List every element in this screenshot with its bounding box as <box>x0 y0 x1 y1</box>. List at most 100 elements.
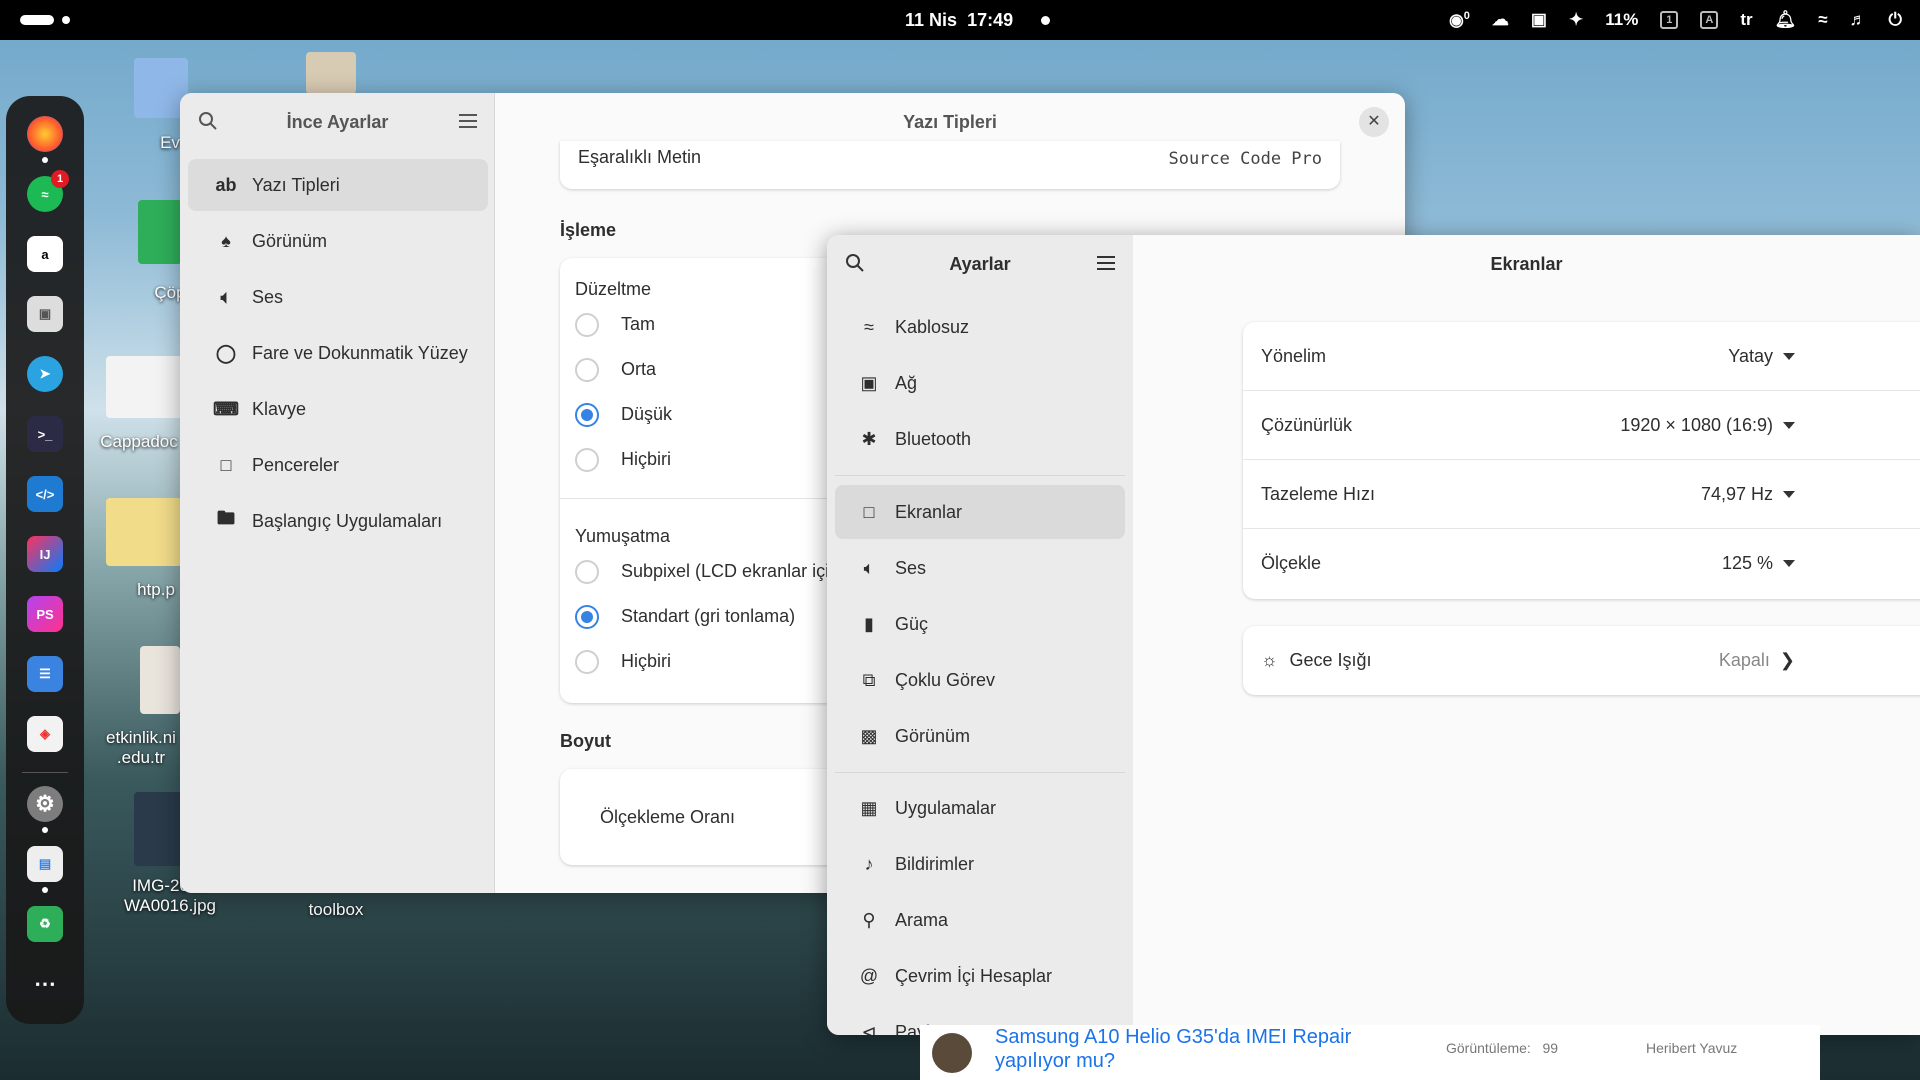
app-grid-icon[interactable]: ⋯ <box>27 966 63 1002</box>
settings-nav-online-accounts[interactable]: @ Çevrim İçi Hesaplar <box>835 949 1125 1003</box>
telegram-icon[interactable]: ➤ <box>27 356 63 392</box>
docker-icon[interactable]: ◉0 <box>1449 10 1470 31</box>
dropdown-caret-icon[interactable] <box>1783 560 1795 567</box>
antialias-standard-radio[interactable] <box>575 605 599 629</box>
activities-indicator[interactable] <box>20 15 54 25</box>
firefox-icon[interactable] <box>27 116 63 152</box>
tweaks-title: İnce Ayarlar <box>286 112 389 132</box>
night-light-card[interactable]: ☼ Gece Işığı Kapalı ❯ <box>1243 626 1920 695</box>
dropdown-caret-icon[interactable] <box>1783 421 1795 429</box>
tweaks-nav-fonts[interactable]: ab Yazı Tipleri <box>188 159 488 211</box>
display-icon: □ <box>863 501 875 522</box>
views-count: 99 <box>1542 1040 1559 1056</box>
top-bar: 11 Nis 17:49 ◉0 ☁ ▣ ✦ 11% 1 A tr 🔔︎ ≈ ♬ … <box>0 0 1920 40</box>
bell-icon[interactable]: 🔔︎ <box>1775 10 1797 30</box>
software-center-icon[interactable]: ◈ <box>27 716 63 752</box>
monospace-font-row[interactable]: Eşaralıklı Metin Source Code Pro <box>560 141 1340 189</box>
tweaks-nav-appearance[interactable]: ♠ Görünüm <box>188 215 488 267</box>
zip-file-icon[interactable] <box>140 646 180 714</box>
settings-nav-displays[interactable]: □ Ekranlar <box>835 485 1125 539</box>
orientation-row[interactable]: Yönelim Yatay <box>1243 322 1920 391</box>
settings-window: Ayarlar ≈ Kablosuz ▣ Ağ ✱ Bluetooth □ Ekranl… <box>827 235 1920 1035</box>
displays-title: Ekranlar <box>1490 254 1563 274</box>
nav-label: Uygulamalar <box>895 797 997 818</box>
battery-percent[interactable]: 11% <box>1605 10 1638 30</box>
file-icon[interactable] <box>306 52 356 94</box>
tweaks-nav-startup[interactable]: 🖿 Başlangıç Uygulamaları <box>188 495 488 547</box>
workspace-1-indicator[interactable]: 1 <box>1660 11 1679 29</box>
app-icon[interactable]: a <box>27 236 63 272</box>
tweaks-nav-keyboard[interactable]: ⌨ Klavye <box>188 383 488 435</box>
spotify-icon[interactable]: ≈1 <box>27 170 69 212</box>
clock[interactable]: 11 Nis 17:49 <box>905 10 1013 31</box>
text-editor-icon[interactable]: ☰ <box>27 656 63 692</box>
settings-nav-apps[interactable]: ▦ Uygulamalar <box>835 781 1125 835</box>
app-indicator-icon[interactable]: ▣ <box>1531 10 1547 30</box>
volume-icon[interactable]: ♬ <box>1850 10 1867 30</box>
antialias-none-radio[interactable] <box>575 650 599 674</box>
antialias-subpixel-radio[interactable] <box>575 560 599 584</box>
nav-label: Fare ve Dokunmatik Yüzey <box>252 342 468 363</box>
trash-icon[interactable] <box>138 200 182 264</box>
hinting-slight-radio[interactable] <box>575 403 599 427</box>
close-icon[interactable]: ✕ <box>1359 107 1389 137</box>
window-icon: □ <box>220 454 232 475</box>
wifi-icon[interactable]: ≈ <box>1818 10 1827 30</box>
author-name[interactable]: Heribert Yavuz <box>1646 1040 1737 1056</box>
settings-nav-network[interactable]: ▣ Ağ <box>835 356 1125 410</box>
dropdown-caret-icon[interactable] <box>1783 352 1795 360</box>
power-icon[interactable]: ⏻ <box>1889 10 1902 30</box>
refresh-rate-row[interactable]: Tazeleme Hızı 74,97 Hz <box>1243 460 1920 529</box>
resolution-row[interactable]: Çözünürlük 1920 × 1080 (16:9) <box>1243 391 1920 460</box>
night-light-row[interactable]: ☼ Gece Işığı Kapalı ❯ <box>1243 626 1920 695</box>
dock: ≈1 a ▣ ➤ >_ </> IJ PS ☰ ◈ ⚙ ▤ ♻ ⋯ <box>6 96 84 1024</box>
terminal-icon[interactable]: >_ <box>27 416 63 452</box>
file-roller-icon[interactable]: ▣ <box>27 296 63 332</box>
monospace-value[interactable]: Source Code Pro <box>1168 149 1322 169</box>
htp-thumb[interactable] <box>106 498 182 566</box>
phpstorm-icon[interactable]: PS <box>27 596 63 632</box>
keyboard-layout[interactable]: tr <box>1740 10 1752 30</box>
settings-nav-bluetooth[interactable]: ✱ Bluetooth <box>835 412 1125 466</box>
hinting-none-radio[interactable] <box>575 448 599 472</box>
settings-sidebar: Ayarlar ≈ Kablosuz ▣ Ağ ✱ Bluetooth □ Ekranl… <box>827 235 1133 1035</box>
caffeine-icon[interactable]: ✦ <box>1569 10 1583 30</box>
system-tray[interactable]: ◉0 ☁ ▣ ✦ 11% 1 A tr 🔔︎ ≈ ♬ ⏻ <box>1449 0 1902 40</box>
settings-nav-search[interactable]: ⚲ Arama <box>835 893 1125 947</box>
settings-nav-multitasking[interactable]: ⧉ Çoklu Görev <box>835 653 1125 707</box>
settings-nav-power[interactable]: ▮ Güç <box>835 597 1125 651</box>
resolution-value: 1920 × 1080 (16:9) <box>1620 414 1773 435</box>
nav-label: Görünüm <box>252 230 328 251</box>
post-title-link[interactable]: Samsung A10 Helio G35'da IMEI Repair yap… <box>995 1025 1375 1073</box>
cappadocia-thumb[interactable] <box>106 356 182 418</box>
scale-row[interactable]: Ölçekle 125 % <box>1243 529 1920 598</box>
nav-label: Başlangıç Uygulamaları <box>252 510 443 531</box>
multitasking-icon: ⧉ <box>862 669 876 690</box>
tweaks-icon[interactable]: ▤ <box>27 846 63 882</box>
settings-nav-notifications[interactable]: ♪ Bildirimler <box>835 837 1125 891</box>
hamburger-menu-icon[interactable] <box>1097 255 1115 276</box>
tweaks-nav-mouse[interactable]: ◯ Fare ve Dokunmatik Yüzey <box>188 327 488 379</box>
settings-nav-appearance[interactable]: ▩ Görünüm <box>835 709 1125 763</box>
dropdown-caret-icon[interactable] <box>1783 490 1795 498</box>
hamburger-menu-icon[interactable] <box>459 113 477 134</box>
settings-nav-sound[interactable]: 🔈︎ Ses <box>835 541 1125 595</box>
tweaks-nav-windows[interactable]: □ Pencereler <box>188 439 488 491</box>
cloud-icon[interactable]: ☁ <box>1492 10 1509 30</box>
settings-gear-icon[interactable]: ⚙ <box>27 786 63 822</box>
recording-indicator <box>1041 16 1050 25</box>
tweaks-nav-sound[interactable]: 🔈︎ Ses <box>188 271 488 323</box>
workspace-a-indicator[interactable]: A <box>1700 11 1719 29</box>
browser-page-peek: Samsung A10 Helio G35'da IMEI Repair yap… <box>920 1025 1820 1080</box>
image-thumb[interactable] <box>134 792 182 866</box>
settings-nav-wifi[interactable]: ≈ Kablosuz <box>835 300 1125 354</box>
intellij-icon[interactable]: IJ <box>27 536 63 572</box>
search-icon: ⚲ <box>862 909 876 930</box>
folder-icon: 🖿 <box>217 508 235 528</box>
hinting-medium-radio[interactable] <box>575 358 599 382</box>
vscode-icon[interactable]: </> <box>27 476 63 512</box>
recycle-icon[interactable]: ♻ <box>27 906 63 942</box>
speaker-icon: 🔈︎ <box>220 286 232 307</box>
hinting-full-radio[interactable] <box>575 313 599 337</box>
workspace-dot[interactable] <box>62 16 70 24</box>
